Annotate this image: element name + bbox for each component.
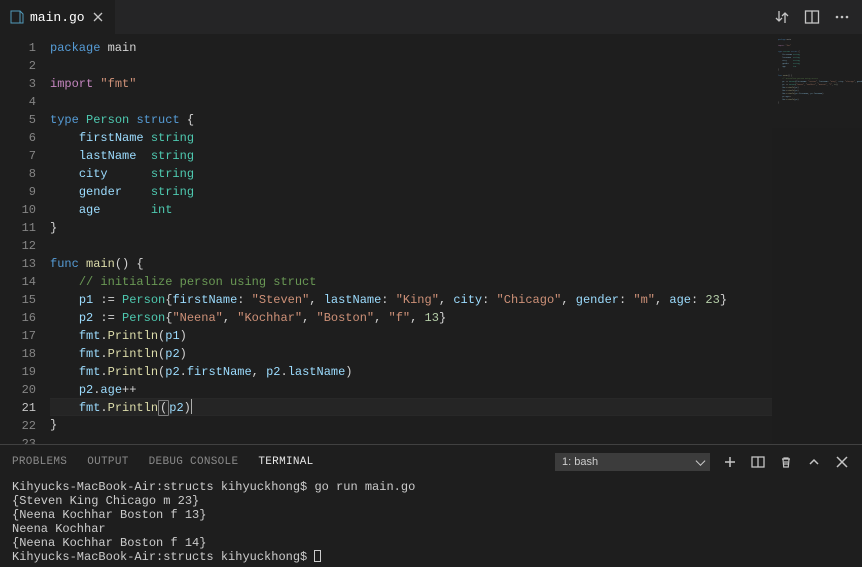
code-line[interactable]: p2 := Person{"Neena", "Kochhar", "Boston… <box>50 309 772 327</box>
line-number: 21 <box>0 399 36 417</box>
code-line[interactable]: age int <box>50 201 772 219</box>
line-number: 15 <box>0 291 36 309</box>
line-number: 2 <box>0 57 36 75</box>
code-line[interactable]: // initialize person using struct <box>50 273 772 291</box>
terminal-line: Kihyucks-MacBook-Air:structs kihyuckhong… <box>12 480 850 494</box>
line-number: 18 <box>0 345 36 363</box>
line-number: 9 <box>0 183 36 201</box>
line-number: 6 <box>0 129 36 147</box>
code-line[interactable]: fmt.Println(p1) <box>50 327 772 345</box>
code-area[interactable]: package main import "fmt" type Person stru… <box>50 35 772 444</box>
close-icon[interactable] <box>91 10 105 24</box>
tab-output[interactable]: OUTPUT <box>87 456 128 468</box>
tab-label: main.go <box>30 10 85 25</box>
new-terminal-icon[interactable] <box>722 454 738 470</box>
minimap[interactable]: package mainimport "fmt"type Person stru… <box>772 35 862 444</box>
tab-main-go[interactable]: main.go <box>0 0 116 34</box>
code-line[interactable]: } <box>50 219 772 237</box>
code-line[interactable]: } <box>50 416 772 434</box>
line-gutter: 1234567891011121314151617181920212223 <box>0 35 50 444</box>
terminal-cursor <box>314 550 321 562</box>
code-line[interactable]: type Person struct { <box>50 111 772 129</box>
tab-terminal[interactable]: TERMINAL <box>258 456 313 468</box>
tabs: main.go <box>0 0 116 34</box>
code-line[interactable] <box>50 93 772 111</box>
code-line[interactable] <box>50 434 772 444</box>
terminal-line: {Steven King Chicago m 23} <box>12 494 850 508</box>
code-line[interactable]: fmt.Println(p2) <box>50 345 772 363</box>
kill-terminal-icon[interactable] <box>778 454 794 470</box>
go-file-icon <box>10 10 24 24</box>
code-line[interactable] <box>50 57 772 75</box>
line-number: 3 <box>0 75 36 93</box>
editor[interactable]: 1234567891011121314151617181920212223 pa… <box>0 35 862 444</box>
tab-problems[interactable]: PROBLEMS <box>12 456 67 468</box>
maximize-panel-icon[interactable] <box>806 454 822 470</box>
line-number: 16 <box>0 309 36 327</box>
line-number: 11 <box>0 219 36 237</box>
terminal-line: {Neena Kochhar Boston f 14} <box>12 536 850 550</box>
tab-debug-console[interactable]: DEBUG CONSOLE <box>149 456 239 468</box>
terminal-output[interactable]: Kihyucks-MacBook-Air:structs kihyuckhong… <box>0 478 862 567</box>
code-line[interactable]: lastName string <box>50 147 772 165</box>
code-line[interactable]: func main() { <box>50 255 772 273</box>
line-number: 1 <box>0 39 36 57</box>
code-line[interactable]: firstName string <box>50 129 772 147</box>
terminal-line: {Neena Kochhar Boston f 13} <box>12 508 850 522</box>
terminal-line: Kihyucks-MacBook-Air:structs kihyuckhong… <box>12 550 850 564</box>
line-number: 12 <box>0 237 36 255</box>
code-line[interactable]: city string <box>50 165 772 183</box>
code-line[interactable]: p1 := Person{firstName: "Steven", lastNa… <box>50 291 772 309</box>
line-number: 8 <box>0 165 36 183</box>
code-line[interactable]: fmt.Println(p2) <box>50 398 772 416</box>
line-number: 4 <box>0 93 36 111</box>
code-line[interactable]: gender string <box>50 183 772 201</box>
code-line[interactable] <box>50 237 772 255</box>
title-bar: main.go <box>0 0 862 35</box>
code-line[interactable]: import "fmt" <box>50 75 772 93</box>
code-line[interactable]: package main <box>50 39 772 57</box>
line-number: 23 <box>0 435 36 444</box>
line-number: 10 <box>0 201 36 219</box>
line-number: 13 <box>0 255 36 273</box>
split-terminal-icon[interactable] <box>750 454 766 470</box>
line-number: 5 <box>0 111 36 129</box>
line-number: 19 <box>0 363 36 381</box>
compare-icon[interactable] <box>774 9 790 25</box>
close-panel-icon[interactable] <box>834 454 850 470</box>
split-editor-icon[interactable] <box>804 9 820 25</box>
terminal-select[interactable]: 1: bash <box>555 453 710 471</box>
line-number: 17 <box>0 327 36 345</box>
code-line[interactable]: p2.age++ <box>50 381 772 399</box>
code-line[interactable]: fmt.Println(p2.firstName, p2.lastName) <box>50 363 772 381</box>
title-actions <box>774 9 862 25</box>
line-number: 14 <box>0 273 36 291</box>
line-number: 20 <box>0 381 36 399</box>
panel: PROBLEMS OUTPUT DEBUG CONSOLE TERMINAL 1… <box>0 444 862 567</box>
line-number: 22 <box>0 417 36 435</box>
more-icon[interactable] <box>834 9 850 25</box>
panel-tabs: PROBLEMS OUTPUT DEBUG CONSOLE TERMINAL 1… <box>0 445 862 478</box>
terminal-line: Neena Kochhar <box>12 522 850 536</box>
line-number: 7 <box>0 147 36 165</box>
